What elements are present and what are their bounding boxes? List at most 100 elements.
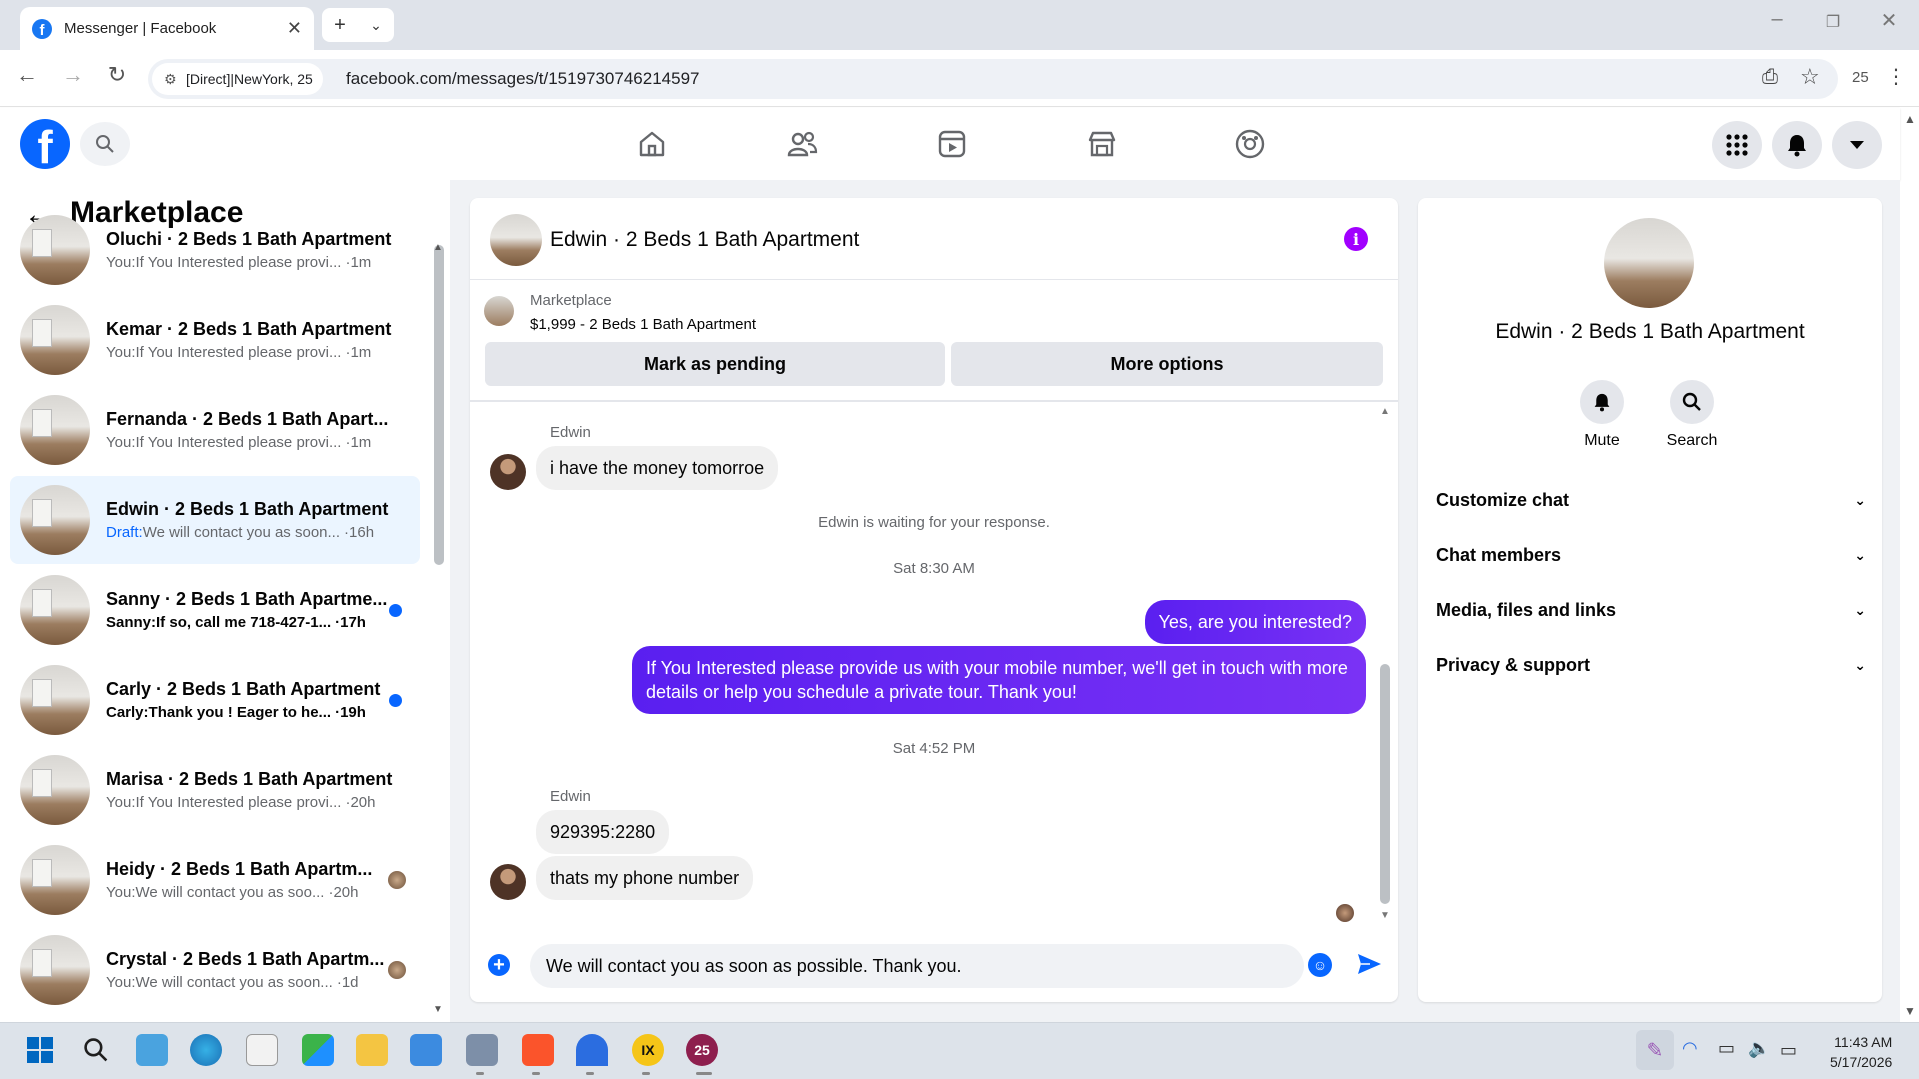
window-minimize-icon[interactable]: – bbox=[1762, 8, 1792, 31]
sender-avatar[interactable] bbox=[490, 454, 526, 490]
volume-tray-icon[interactable]: 🔈 bbox=[1748, 1038, 1770, 1059]
unread-dot-icon bbox=[389, 603, 402, 617]
conversation-name: Fernanda · 2 Beds 1 Bath Apart... bbox=[106, 409, 389, 429]
incoming-message[interactable]: thats my phone number bbox=[536, 856, 754, 900]
window-restore-icon[interactable]: ❐ bbox=[1818, 12, 1848, 32]
profile-25-app-icon[interactable]: 25 bbox=[686, 1034, 718, 1066]
seen-avatar-icon bbox=[388, 961, 406, 979]
chat-scroll-up-icon[interactable]: ▲ bbox=[1380, 406, 1390, 417]
taskbar-search-icon[interactable] bbox=[80, 1034, 112, 1066]
snippet-prefix: Draft: bbox=[106, 524, 143, 541]
media-files-links-section[interactable]: Media, files and links ⌄ bbox=[1436, 600, 1866, 621]
conversation-item[interactable]: Kemar · 2 Beds 1 Bath Apartment You: If Y… bbox=[10, 296, 420, 384]
edge-browser-icon[interactable] bbox=[190, 1034, 222, 1066]
scroll-up-icon[interactable]: ▲ bbox=[433, 242, 443, 253]
scroll-down-icon[interactable]: ▼ bbox=[433, 1004, 443, 1015]
search-in-chat-button[interactable] bbox=[1670, 380, 1714, 424]
ixbrowser-icon[interactable]: IX bbox=[632, 1034, 664, 1066]
emoji-icon[interactable]: ☺ bbox=[1308, 953, 1332, 977]
conversation-thumbnail bbox=[20, 485, 90, 555]
privacy-support-section[interactable]: Privacy & support ⌄ bbox=[1436, 655, 1866, 676]
incoming-message[interactable]: 929395:2280 bbox=[536, 810, 670, 854]
mute-button[interactable] bbox=[1580, 380, 1624, 424]
brave-browser-icon[interactable] bbox=[522, 1034, 554, 1066]
conversation-text: Edwin · 2 Beds 1 Bath Apartment Draft: We… bbox=[106, 499, 396, 541]
vpn-tray-icon[interactable]: ◠ bbox=[1682, 1038, 1698, 1059]
video-icon bbox=[938, 130, 966, 158]
send-button[interactable] bbox=[1356, 952, 1382, 981]
conversation-item[interactable]: Carly · 2 Beds 1 Bath Apartment Carly: Th… bbox=[10, 656, 420, 744]
chat-avatar[interactable] bbox=[490, 214, 542, 266]
widgets-app-icon[interactable] bbox=[302, 1034, 334, 1066]
bookmark-star-icon[interactable]: ☆ bbox=[1800, 64, 1820, 90]
conversation-item[interactable]: Edwin · 2 Beds 1 Bath Apartment Draft: We… bbox=[10, 476, 420, 564]
mark-as-pending-button[interactable]: Mark as pending bbox=[485, 342, 945, 386]
incoming-message[interactable]: i have the money tomorroe bbox=[536, 446, 779, 490]
conversation-text: Kemar · 2 Beds 1 Bath Apartment You: If Y… bbox=[106, 319, 396, 361]
snipping-tool-icon[interactable] bbox=[246, 1034, 278, 1066]
install-app-icon[interactable]: ⎙ bbox=[1762, 66, 1778, 89]
page-scroll-up-icon[interactable]: ▲ bbox=[1904, 112, 1916, 126]
grid-menu-icon bbox=[1726, 134, 1748, 156]
battery-tray-icon[interactable]: ▭ bbox=[1780, 1040, 1797, 1061]
home-nav-button[interactable] bbox=[630, 124, 674, 164]
message-input[interactable]: We will contact you as soon as possible.… bbox=[530, 944, 1304, 988]
more-options-button[interactable]: More options bbox=[951, 342, 1383, 386]
window-close-icon[interactable]: ✕ bbox=[1874, 8, 1904, 33]
friends-nav-button[interactable] bbox=[780, 124, 824, 164]
snippet-text: If You Interested please provi... bbox=[135, 344, 342, 361]
windows-start-icon[interactable] bbox=[24, 1034, 56, 1066]
vpn-app-icon[interactable] bbox=[576, 1034, 608, 1066]
marketplace-nav-button[interactable] bbox=[1080, 124, 1124, 164]
waiting-notice: Edwin is waiting for your response. bbox=[818, 514, 1050, 531]
conversation-snippet: Sanny: If so, call me 718-427-1... · 17h bbox=[106, 614, 396, 631]
outgoing-message[interactable]: Yes, are you interested? bbox=[1144, 600, 1366, 644]
conversation-item[interactable]: Oluchi · 2 Beds 1 Bath Apartment You: If … bbox=[10, 206, 420, 294]
chat-scrollbar[interactable] bbox=[1380, 664, 1390, 904]
control-panel-icon[interactable] bbox=[410, 1034, 442, 1066]
pen-tray-icon[interactable]: ✎ bbox=[1636, 1030, 1674, 1070]
notifications-button[interactable] bbox=[1772, 121, 1822, 169]
network-app-icon[interactable] bbox=[466, 1034, 498, 1066]
network-tray-icon[interactable]: ▭ bbox=[1718, 1038, 1735, 1059]
account-menu-button[interactable] bbox=[1832, 121, 1882, 169]
task-view-app-icon[interactable] bbox=[136, 1034, 168, 1066]
taskbar-clock[interactable]: 11:43 AM 5/17/2026 bbox=[1830, 1032, 1892, 1072]
conversation-name: Heidy · 2 Beds 1 Bath Apartm... bbox=[106, 859, 373, 879]
conversation-time: 1m bbox=[350, 344, 372, 361]
conversation-item[interactable]: Sanny · 2 Beds 1 Bath Apartme... Sanny: I… bbox=[10, 566, 420, 654]
chevron-down-icon: ⌄ bbox=[1854, 602, 1866, 618]
snippet-prefix: Sanny: bbox=[106, 614, 157, 631]
search-label: Search bbox=[1666, 432, 1718, 449]
browser-menu-icon[interactable]: ⋮ bbox=[1886, 64, 1906, 89]
customize-chat-section[interactable]: Customize chat ⌄ bbox=[1436, 490, 1866, 511]
conversation-snippet: You: If You Interested please provi... · 1… bbox=[106, 254, 396, 271]
conversation-item[interactable]: Heidy · 2 Beds 1 Bath Apartm... You: We w… bbox=[10, 836, 420, 924]
conversation-item[interactable]: Marisa · 2 Beds 1 Bath Apartment You: If … bbox=[10, 746, 420, 834]
conversation-snippet: Draft: We will contact you as soon... · 16… bbox=[106, 524, 396, 541]
chat-title[interactable]: Edwin · 2 Beds 1 Bath Apartment bbox=[550, 228, 859, 252]
conversation-item[interactable]: Crystal · 2 Beds 1 Bath Apartm... You: We… bbox=[10, 926, 420, 1014]
page-scroll-down-icon[interactable]: ▼ bbox=[1904, 1004, 1916, 1018]
info-icon[interactable]: i bbox=[1344, 227, 1368, 251]
file-explorer-icon[interactable] bbox=[356, 1034, 388, 1066]
conversation-item[interactable]: Fernanda · 2 Beds 1 Bath Apart... You: If… bbox=[10, 386, 420, 474]
menu-grid-button[interactable] bbox=[1712, 121, 1762, 169]
gaming-nav-button[interactable] bbox=[1228, 124, 1272, 164]
video-nav-button[interactable] bbox=[930, 124, 974, 164]
send-icon bbox=[1358, 954, 1381, 974]
outgoing-message[interactable]: If You Interested please provide us with… bbox=[632, 646, 1366, 714]
option-label: Chat members bbox=[1436, 545, 1562, 565]
conversation-list-scrollbar[interactable] bbox=[434, 245, 444, 565]
seen-avatar bbox=[1336, 904, 1354, 922]
chat-scroll-down-icon[interactable]: ▼ bbox=[1380, 910, 1390, 921]
conversation-thumbnail bbox=[20, 935, 90, 1005]
chat-header: Edwin · 2 Beds 1 Bath Apartment bbox=[470, 198, 1398, 280]
chat-members-section[interactable]: Chat members ⌄ bbox=[1436, 545, 1866, 566]
sender-avatar[interactable] bbox=[490, 864, 526, 900]
add-attachment-icon[interactable]: + bbox=[488, 954, 510, 976]
conversation-name: Marisa · 2 Beds 1 Bath Apartment bbox=[106, 769, 393, 789]
details-avatar[interactable] bbox=[1604, 218, 1694, 308]
profile-badge[interactable]: 25 bbox=[1852, 69, 1869, 86]
clock-date: 5/17/2026 bbox=[1830, 1054, 1893, 1070]
